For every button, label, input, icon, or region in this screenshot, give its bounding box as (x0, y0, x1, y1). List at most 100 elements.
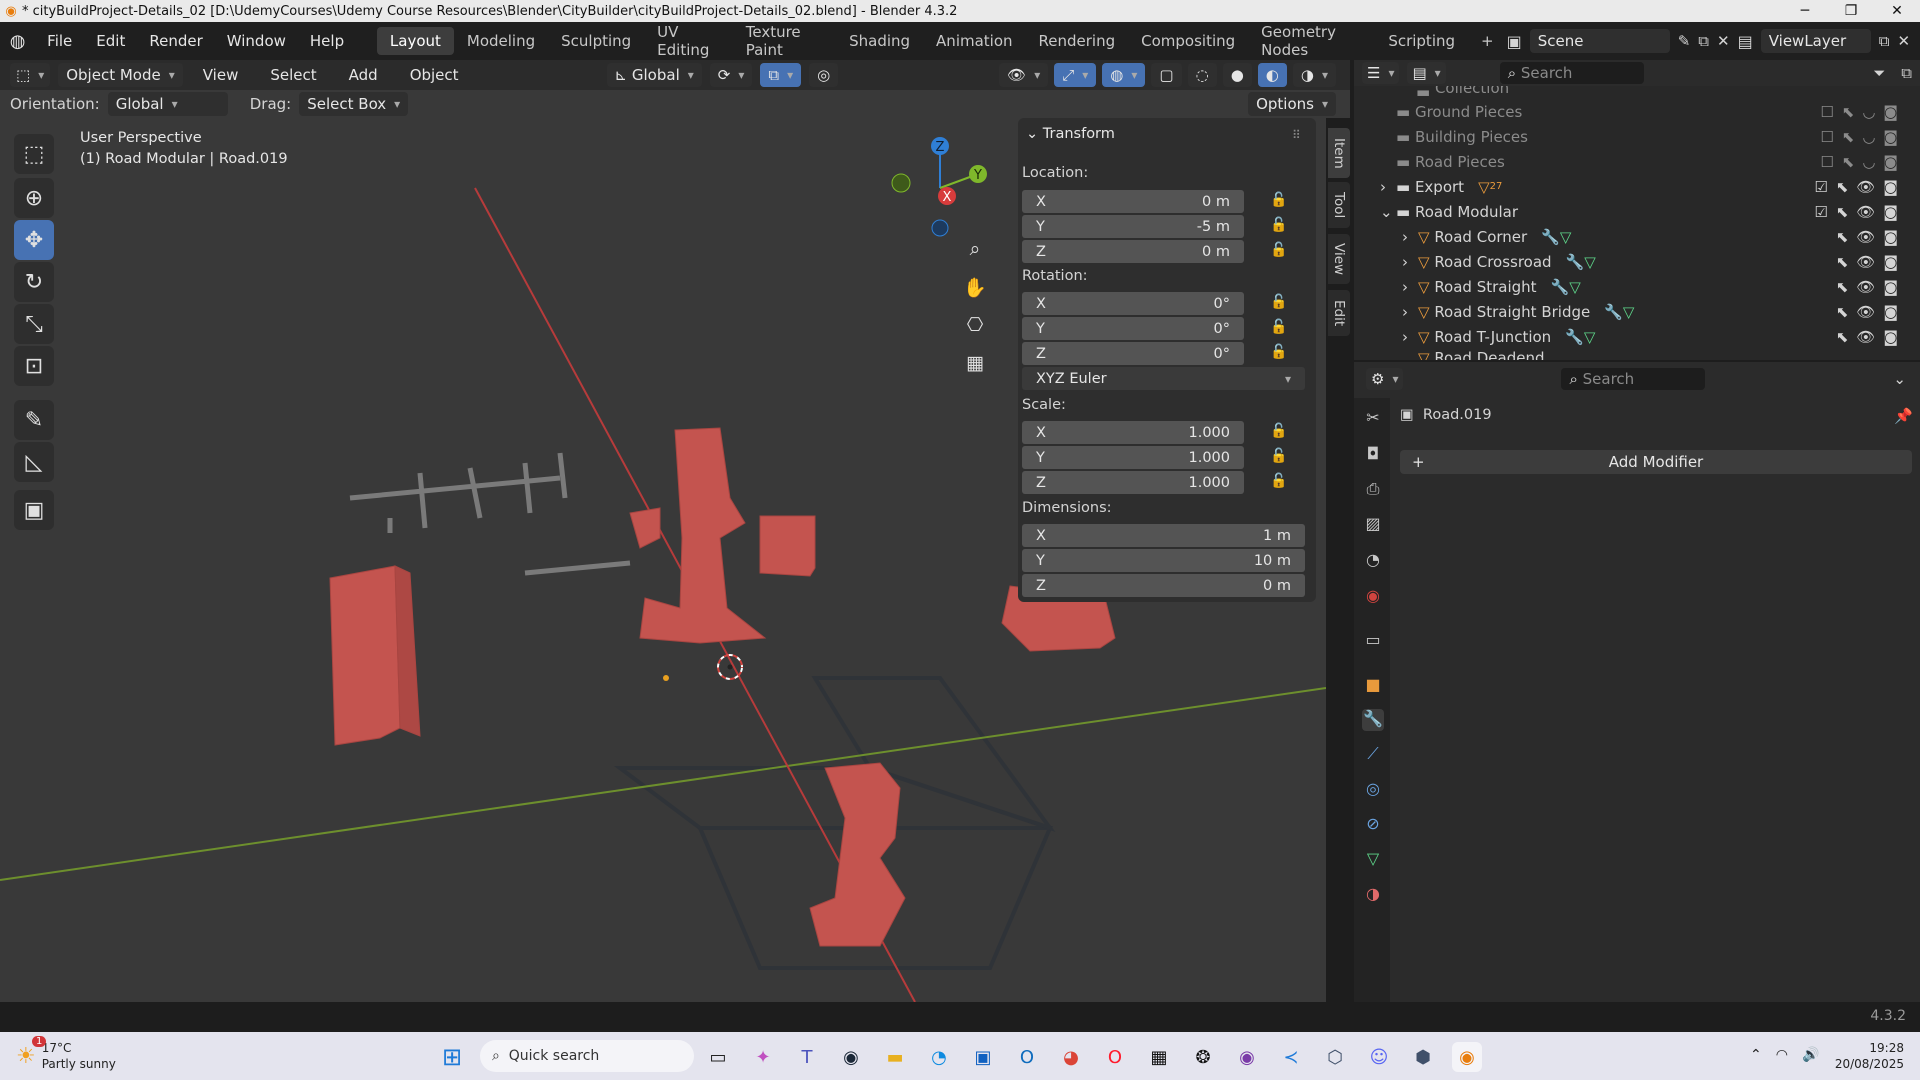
select-box-tool-icon[interactable]: ⬚ (14, 134, 54, 174)
location-y-field[interactable]: Y -5 m (1022, 215, 1244, 238)
xray-icon[interactable]: ▢ (1151, 63, 1182, 87)
outliner-row[interactable]: › ▽ Road T-Junction 🔧 ▽ ⬉👁◙ (1354, 324, 1920, 349)
wifi-icon[interactable]: ◠ (1776, 1047, 1788, 1063)
file-explorer-icon[interactable]: ▬ (880, 1042, 910, 1072)
workspace-tab-modeling[interactable]: Modeling (454, 27, 548, 55)
workspace-tab-rendering[interactable]: Rendering (1026, 27, 1129, 55)
expand-chevron-icon[interactable]: › (1402, 253, 1418, 271)
collapse-chevron-icon[interactable]: ⌄ (1380, 203, 1396, 221)
expand-chevron-icon[interactable]: › (1402, 278, 1418, 296)
chrome-icon[interactable]: ◕ (1056, 1042, 1086, 1072)
start-icon[interactable]: ⊞ (437, 1042, 467, 1072)
gizmo-icon[interactable]: ⤢ (1054, 63, 1097, 87)
physics-tab-icon[interactable]: ◎ (1362, 779, 1384, 801)
row-visibility-icons[interactable]: ⬉👁◙ (1836, 328, 1906, 346)
delete-view-layer-icon[interactable]: ✕ (1897, 32, 1910, 50)
menu-add[interactable]: Add (337, 66, 390, 84)
outliner-row[interactable]: › ▬ Export ▽ 27 ☑⬉👁◙ (1354, 174, 1920, 199)
opera-icon[interactable]: O (1100, 1042, 1130, 1072)
new-scene-icon[interactable]: ⧉ (1698, 32, 1709, 50)
workspace-tab-animation[interactable]: Animation (923, 27, 1025, 55)
transform-panel-header[interactable]: ⌄ Transform (1026, 126, 1115, 142)
delete-scene-icon[interactable]: ✕ (1717, 32, 1730, 50)
view-layer-tab-icon[interactable]: ▨ (1362, 514, 1384, 536)
expand-chevron-icon[interactable]: › (1402, 328, 1418, 346)
workspace-tab-geometry-nodes[interactable]: Geometry Nodes (1248, 18, 1375, 64)
menu-render[interactable]: Render (137, 32, 214, 50)
app-icon[interactable]: ◉ (1232, 1042, 1262, 1072)
tab-edit[interactable]: Edit (1328, 290, 1350, 336)
annotate-tool-icon[interactable]: ✎ (14, 400, 54, 440)
task-view-icon[interactable]: ▭ (703, 1042, 733, 1072)
store-icon[interactable]: ▣ (968, 1042, 998, 1072)
pan-hand-icon[interactable]: ✋ (958, 270, 992, 304)
outliner-editor-type-icon[interactable]: ☰ (1362, 62, 1400, 84)
world-tab-icon[interactable]: ◉ (1362, 586, 1384, 608)
menu-select[interactable]: Select (258, 66, 328, 84)
measure-tool-icon[interactable]: ◺ (14, 442, 54, 482)
dimensions-x-field[interactable]: X 1 m (1022, 524, 1305, 547)
unity-icon[interactable]: ⬡ (1320, 1042, 1350, 1072)
expand-chevron-icon[interactable]: › (1402, 303, 1418, 321)
lock-icon[interactable]: 🔓 (1270, 242, 1287, 258)
rotation-x-field[interactable]: X 0° (1022, 292, 1244, 315)
workspace-tab-texture-paint[interactable]: Texture Paint (733, 18, 836, 64)
location-x-field[interactable]: X 0 m (1022, 190, 1244, 213)
minimize-button[interactable]: ─ (1782, 3, 1828, 19)
data-tab-icon[interactable]: ▽ (1362, 849, 1384, 871)
overlay-icon[interactable]: ◍ (1102, 63, 1146, 87)
outliner-row[interactable]: › ▽ Road Straight 🔧 ▽ ⬉👁◙ (1354, 274, 1920, 299)
row-visibility-icons[interactable]: ⬉👁◙ (1836, 228, 1906, 246)
lock-icon[interactable]: 🔓 (1270, 319, 1287, 335)
perspective-toggle-icon[interactable]: ▦ (958, 346, 992, 380)
menu-file[interactable]: File (35, 32, 84, 50)
lock-icon[interactable]: 🔓 (1270, 217, 1287, 233)
workspace-tab-sculpting[interactable]: Sculpting (548, 27, 644, 55)
steam-icon[interactable]: ◉ (836, 1042, 866, 1072)
row-visibility-icons[interactable]: ⬉👁◙ (1836, 303, 1906, 321)
location-z-field[interactable]: Z 0 m (1022, 240, 1244, 263)
transform-tool-icon[interactable]: ⊡ (14, 346, 54, 386)
system-tray[interactable]: ⌃ ◠ 🔊 (1750, 1047, 1819, 1063)
close-button[interactable]: ✕ (1874, 3, 1920, 19)
menu-view[interactable]: View (191, 66, 251, 84)
options-button[interactable]: Options (1248, 92, 1336, 116)
tab-item[interactable]: Item (1328, 128, 1350, 178)
material-tab-icon[interactable]: ◑ (1362, 884, 1384, 906)
add-modifier-button[interactable]: + Add Modifier (1400, 450, 1912, 474)
outlook-icon[interactable]: O (1012, 1042, 1042, 1072)
view-layer-selector[interactable]: ViewLayer (1760, 29, 1871, 53)
gizmo-neg-z-handle[interactable] (931, 219, 949, 237)
scale-z-field[interactable]: Z 1.000 (1022, 471, 1244, 494)
dimensions-z-field[interactable]: Z 0 m (1022, 574, 1305, 597)
chevron-down-icon[interactable]: ⌄ (1893, 370, 1906, 388)
expand-chevron-icon[interactable]: › (1380, 178, 1396, 196)
blender-menu-icon[interactable]: ◍ (0, 31, 35, 52)
teams-icon[interactable]: T (792, 1042, 822, 1072)
outliner-search[interactable]: ⌕ Search (1499, 62, 1644, 84)
pivot-point-icon[interactable]: ⟳ (709, 63, 753, 87)
rotation-mode-dropdown[interactable]: XYZ Euler (1022, 367, 1305, 390)
chatgpt-icon[interactable]: ❂ (1188, 1042, 1218, 1072)
cursor-tool-icon[interactable]: ⊕ (14, 178, 54, 218)
workspace-tab-compositing[interactable]: Compositing (1128, 27, 1248, 55)
mode-selector[interactable]: Object Mode (58, 63, 183, 87)
zoom-icon[interactable]: ⌕ (958, 232, 992, 266)
shading-solid-icon[interactable]: ● (1222, 63, 1252, 87)
camera-view-icon[interactable]: ⎔ (958, 308, 992, 342)
navigation-gizmo[interactable]: Z Y X (880, 128, 1000, 248)
drag-selector[interactable]: Select Box (299, 92, 409, 116)
copilot-icon[interactable]: ✦ (748, 1042, 778, 1072)
maximize-button[interactable]: ❐ (1828, 3, 1874, 19)
edge-icon[interactable]: ◔ (924, 1042, 954, 1072)
menu-edit[interactable]: Edit (84, 32, 137, 50)
rotation-y-field[interactable]: Y 0° (1022, 317, 1244, 340)
scene-selector[interactable]: Scene (1529, 29, 1670, 53)
shading-rendered-icon[interactable]: ◑ (1292, 63, 1336, 87)
scene-icon[interactable]: ▣ (1507, 32, 1522, 51)
lock-icon[interactable]: 🔓 (1270, 473, 1287, 489)
pin-icon[interactable]: 📌 (1894, 407, 1913, 425)
lock-icon[interactable]: 🔓 (1270, 448, 1287, 464)
editor-type-icon[interactable]: ⬚ (10, 63, 51, 87)
rotate-tool-icon[interactable]: ↻ (14, 262, 54, 302)
